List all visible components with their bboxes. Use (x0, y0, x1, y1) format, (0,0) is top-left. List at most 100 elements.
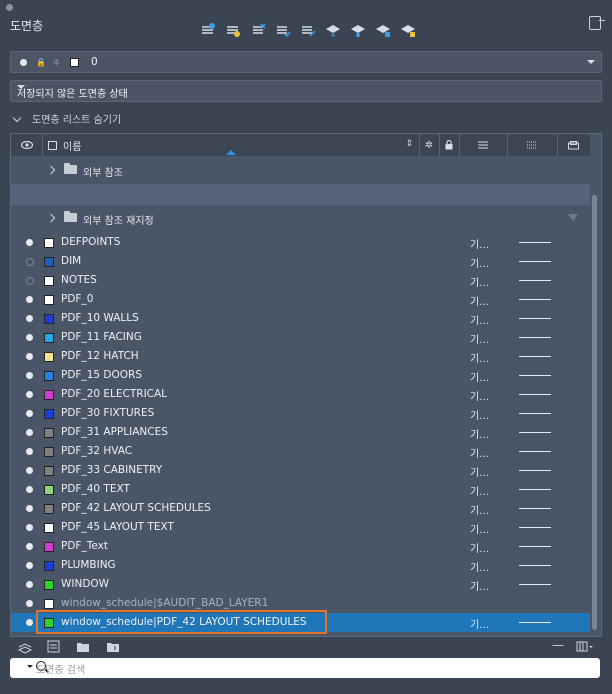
lineweight-line[interactable] (519, 375, 551, 376)
layer-row[interactable]: PDF_20 ELECTRICAL 기… (11, 385, 590, 404)
layer-linetype[interactable]: 기… (470, 388, 489, 403)
on-off-icon[interactable] (26, 391, 33, 398)
on-off-icon[interactable] (26, 600, 33, 607)
layer-linetype[interactable]: 기… (470, 483, 489, 498)
lineweight-line[interactable] (519, 280, 551, 281)
lineweight-line[interactable] (519, 413, 551, 414)
layer-row[interactable]: PDF_31 APPLIANCES 기… (11, 423, 590, 442)
layer-name[interactable]: PDF_10 WALLS (61, 312, 139, 324)
layer-row[interactable]: DIM 기… (11, 252, 590, 271)
lineweight-line[interactable] (519, 451, 551, 452)
layer-linetype[interactable]: 기… (470, 350, 489, 365)
layer-row[interactable]: PDF_30 FIXTURES 기… (11, 404, 590, 423)
layer-name[interactable]: PLUMBING (61, 559, 116, 571)
filter-icon[interactable] (568, 214, 578, 221)
open-folder-icon[interactable] (76, 640, 90, 654)
color-swatch[interactable] (44, 428, 54, 438)
on-off-icon[interactable] (26, 543, 33, 550)
color-swatch[interactable] (44, 485, 54, 495)
layer-settings-icon[interactable] (18, 640, 32, 654)
lineweight-line[interactable] (519, 394, 551, 395)
lineweight-line[interactable] (519, 242, 551, 243)
lineweight-line[interactable] (519, 299, 551, 300)
new-layer-filter-icon[interactable] (47, 640, 61, 654)
lineweight-line[interactable] (519, 508, 551, 509)
color-swatch[interactable] (44, 390, 54, 400)
layer-name[interactable]: PDF_11 FACING (61, 331, 142, 343)
on-off-icon[interactable] (26, 429, 33, 436)
on-off-icon[interactable] (26, 486, 33, 493)
layer-linetype[interactable]: 기… (470, 369, 489, 384)
on-off-icon[interactable] (26, 353, 33, 360)
on-off-icon[interactable] (26, 334, 33, 341)
layer-name[interactable]: PDF_42 LAYOUT SCHEDULES (61, 502, 211, 514)
on-off-icon[interactable] (26, 239, 33, 246)
layer-name[interactable]: NOTES (61, 274, 97, 286)
on-off-icon[interactable] (26, 410, 33, 417)
layer-name[interactable]: PDF_40 TEXT (61, 483, 130, 495)
hide-layer-list-toggle[interactable]: 도면층 리스트 숨기기 (12, 111, 121, 126)
set-current-icon[interactable] (273, 20, 293, 40)
lineweight-line[interactable] (519, 546, 551, 547)
layer-linetype[interactable]: 기… (470, 426, 489, 441)
layer-row[interactable]: PDF_10 WALLS 기… (11, 309, 590, 328)
linetype-column-header[interactable] (459, 134, 508, 156)
lineweight-column-header[interactable] (507, 134, 558, 156)
lock-layer-icon[interactable] (373, 20, 393, 40)
on-off-icon[interactable] (26, 296, 33, 303)
layer-linetype[interactable]: 기… (470, 274, 489, 289)
layer-row[interactable]: PDF_32 HVAC 기… (11, 442, 590, 461)
layer-name[interactable]: PDF_0 (61, 293, 93, 305)
layer-row[interactable]: PDF_12 HATCH 기… (11, 347, 590, 366)
layer-linetype[interactable]: 기… (470, 445, 489, 460)
layer-row[interactable]: DEFPOINTS 기… (11, 233, 590, 252)
freeze-column-header[interactable]: ✲ (419, 134, 440, 156)
on-off-icon[interactable] (26, 372, 33, 379)
layer-row[interactable]: PDF_11 FACING 기… (11, 328, 590, 347)
color-swatch[interactable] (44, 295, 54, 305)
on-off-icon[interactable] (26, 448, 33, 455)
layer-linetype[interactable]: 기… (470, 312, 489, 327)
collapse-icon[interactable]: — (552, 638, 564, 652)
lineweight-line[interactable] (519, 318, 551, 319)
lineweight-line[interactable] (519, 432, 551, 433)
on-off-icon[interactable] (26, 619, 33, 626)
layer-name[interactable]: PDF_Text (61, 540, 108, 552)
xref-reload-group[interactable]: 외부 참조 재지정 (11, 209, 590, 228)
layer-linetype[interactable]: 기… (470, 502, 489, 517)
layer-name[interactable]: PDF_30 FIXTURES (61, 407, 154, 419)
layer-row[interactable]: PDF_0 기… (11, 290, 590, 309)
vertical-scrollbar[interactable] (592, 195, 597, 630)
layer-name[interactable]: PDF_20 ELECTRICAL (61, 388, 167, 400)
layer-linetype[interactable]: 기… (470, 616, 489, 631)
lineweight-line[interactable] (519, 356, 551, 357)
layer-row[interactable]: PDF_45 LAYOUT TEXT 기… (11, 518, 590, 537)
layer-match-icon[interactable] (298, 20, 318, 40)
layer-row[interactable]: WINDOW 기… (11, 575, 590, 594)
lineweight-line[interactable] (519, 261, 551, 262)
window-control-dot[interactable] (6, 4, 13, 11)
current-layer-dropdown[interactable]: 🔒 ✲ 0 (10, 51, 602, 73)
lock-column-header[interactable] (439, 134, 460, 156)
color-swatch[interactable] (44, 561, 54, 571)
lineweight-line[interactable] (519, 584, 551, 585)
column-layout-icon[interactable] (576, 640, 596, 654)
layer-row[interactable]: PDF_15 DOORS 기… (11, 366, 590, 385)
xref-group[interactable]: 외부 참조 (11, 161, 590, 180)
layer-row[interactable]: NOTES 기… (11, 271, 590, 290)
delete-layer-icon[interactable] (248, 20, 268, 40)
on-off-icon[interactable] (26, 467, 33, 474)
layer-name[interactable]: PDF_33 CABINETRY (61, 464, 162, 476)
layer-row[interactable]: PLUMBING 기… (11, 556, 590, 575)
on-off-icon[interactable] (26, 277, 34, 285)
lineweight-line[interactable] (519, 470, 551, 471)
layer-row[interactable]: PDF_42 LAYOUT SCHEDULES 기… (11, 499, 590, 518)
on-off-icon[interactable] (26, 581, 33, 588)
color-swatch[interactable] (44, 599, 54, 609)
on-off-icon[interactable] (26, 505, 33, 512)
new-layer-vp-frozen-icon[interactable] (223, 20, 243, 40)
layer-name[interactable]: WINDOW (61, 578, 109, 590)
color-swatch[interactable] (44, 257, 54, 267)
layer-linetype[interactable]: 기… (470, 293, 489, 308)
on-off-icon[interactable] (26, 315, 33, 322)
